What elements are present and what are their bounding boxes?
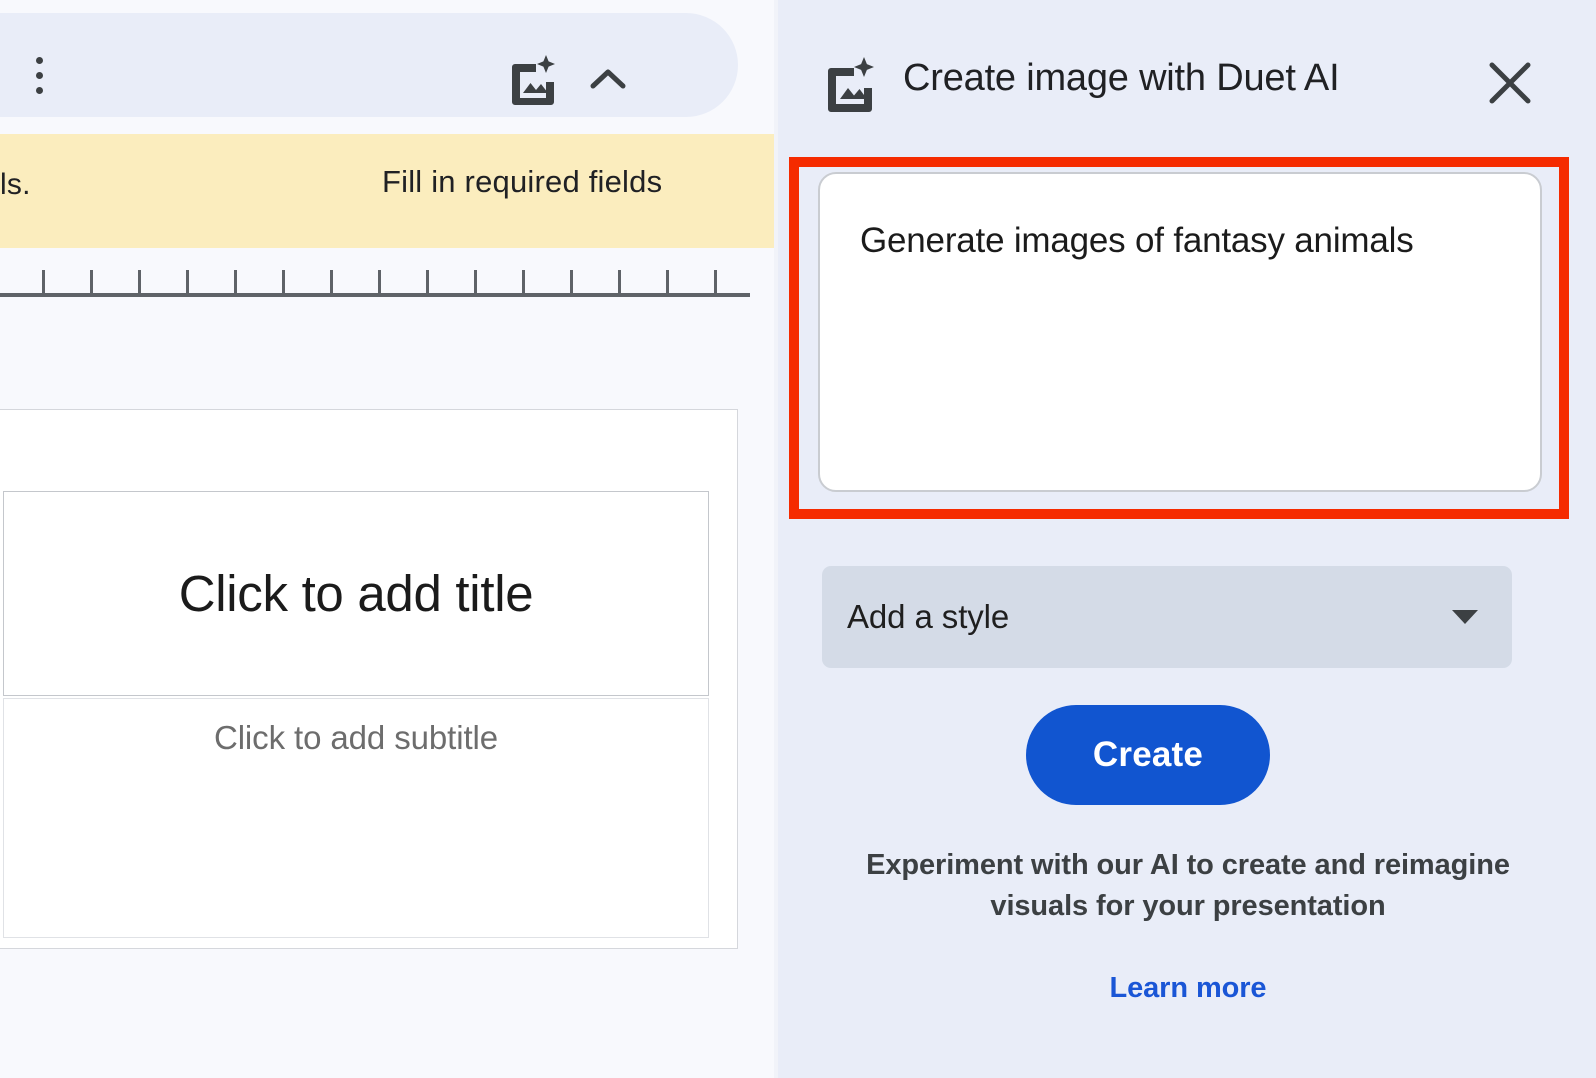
panel-header: Create image with Duet AI — [778, 0, 1596, 150]
ruler-tick — [42, 270, 45, 294]
banner-message: Fill in required fields — [382, 164, 663, 199]
kebab-dot — [35, 72, 43, 79]
prompt-input[interactable]: Generate images of fantasy animals — [818, 172, 1542, 492]
ruler-tick — [282, 270, 285, 294]
slides-editor: ls. Fill in required fields Click to add… — [0, 0, 778, 1078]
slide-canvas-area[interactable]: Click to add title Click to add subtitle — [0, 316, 778, 1078]
panel-description: Experiment with our AI to create and rei… — [866, 849, 1510, 923]
screen-root: ls. Fill in required fields Click to add… — [0, 0, 1596, 1078]
ruler-tick — [234, 270, 237, 294]
ruler-tick — [90, 270, 93, 294]
ruler-tick — [426, 270, 429, 294]
chevron-up-icon[interactable] — [585, 57, 631, 101]
caret-down-icon — [1452, 610, 1478, 624]
required-fields-banner: ls. Fill in required fields — [0, 134, 778, 248]
subtitle-placeholder-text: Click to add subtitle — [213, 719, 499, 756]
kebab-more-icon[interactable] — [28, 57, 50, 101]
ruler-tick — [618, 270, 621, 294]
style-dropdown[interactable]: Add a style — [822, 566, 1512, 668]
ruler-tick — [186, 270, 189, 294]
horizontal-ruler[interactable] — [0, 248, 778, 316]
prompt-input-value: Generate images of fantasy animals — [860, 221, 1414, 260]
close-x-icon[interactable] — [1483, 56, 1537, 110]
editor-toolbar — [0, 13, 738, 117]
create-button[interactable]: Create — [1026, 705, 1270, 805]
learn-more-link[interactable]: Learn more — [838, 972, 1538, 1005]
image-sparkle-icon[interactable] — [505, 53, 557, 105]
ruler-tick — [474, 270, 477, 294]
subtitle-placeholder[interactable]: Click to add subtitle — [3, 698, 709, 938]
style-dropdown-label: Add a style — [847, 598, 1010, 635]
banner-truncated-text: ls. — [0, 168, 31, 201]
title-placeholder-text: Click to add title — [178, 565, 534, 622]
ruler-tick — [714, 270, 717, 294]
image-sparkle-icon — [820, 56, 876, 112]
kebab-dot — [35, 57, 43, 64]
duet-ai-panel: Create image with Duet AI Generate image… — [778, 0, 1596, 1078]
ruler-baseline — [0, 293, 750, 297]
ruler-tick — [522, 270, 525, 294]
ruler-tick — [570, 270, 573, 294]
ruler-tick — [330, 270, 333, 294]
slide-canvas[interactable]: Click to add title Click to add subtitle — [0, 409, 738, 949]
ruler-tick — [378, 270, 381, 294]
ruler-tick — [138, 270, 141, 294]
title-placeholder[interactable]: Click to add title — [3, 491, 709, 696]
ruler-tick — [666, 270, 669, 294]
page-title: Create image with Duet AI — [903, 57, 1340, 99]
kebab-dot — [35, 87, 43, 94]
